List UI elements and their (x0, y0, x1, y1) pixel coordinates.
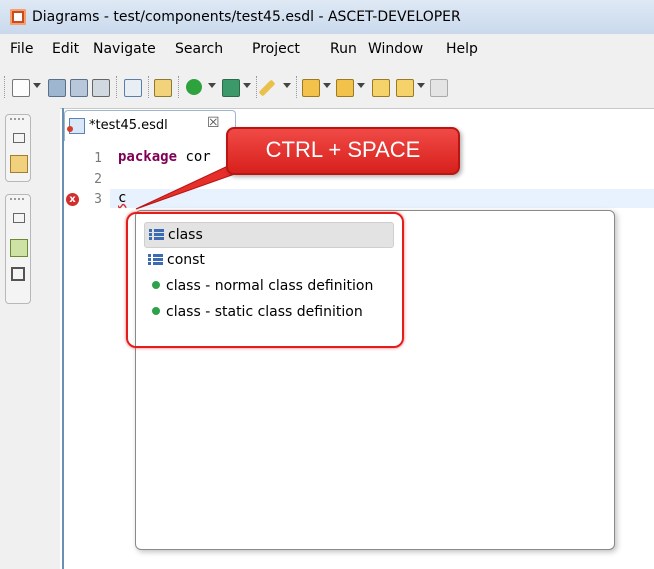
proposals-highlight-box (126, 212, 404, 348)
menu-help[interactable]: Help (446, 41, 478, 57)
restore-icon[interactable] (13, 213, 25, 223)
generate-code-icon[interactable] (124, 79, 142, 97)
error-marker-icon[interactable]: x (66, 193, 79, 206)
code-line-1[interactable]: package cor (118, 149, 211, 165)
menu-edit[interactable]: Edit (52, 41, 79, 57)
outline-icon[interactable] (10, 239, 28, 257)
menu-file[interactable]: File (10, 41, 33, 57)
close-icon[interactable]: ☒ (207, 115, 220, 131)
annotation-pen-icon[interactable] (258, 79, 276, 97)
toolbar-separator (116, 76, 118, 98)
menu-project[interactable]: Project (252, 41, 300, 57)
external-tools-dropdown[interactable] (243, 83, 251, 88)
code-line-3[interactable]: c (118, 190, 126, 206)
next-annotation-dropdown[interactable] (323, 83, 331, 88)
new-wizard-dropdown[interactable] (33, 83, 41, 88)
save-all-icon[interactable] (70, 79, 88, 97)
esdl-file-error-icon (67, 118, 85, 134)
package-name: cor (185, 149, 211, 165)
menu-navigate[interactable]: Navigate (93, 41, 156, 57)
menu-window[interactable]: Window (368, 41, 423, 57)
new-wizard-icon[interactable] (12, 79, 30, 97)
toolbar-separator (178, 76, 180, 98)
drag-handle[interactable] (10, 198, 24, 202)
toolbar-separator (296, 76, 298, 98)
line-number: 2 (94, 172, 102, 187)
editor-tab-test45[interactable]: *test45.esdl ☒ (64, 110, 236, 141)
ascet-app-icon (10, 9, 26, 25)
typed-text: c (118, 190, 127, 206)
toolbar-separator (256, 76, 258, 98)
run-last-icon[interactable] (154, 79, 172, 97)
minimized-view-stack (5, 114, 31, 182)
tab-label: *test45.esdl (89, 118, 168, 133)
drag-handle[interactable] (10, 118, 24, 122)
toolbar-separator (148, 76, 150, 98)
run-icon[interactable] (186, 79, 202, 95)
forward-icon[interactable] (430, 79, 448, 97)
package-explorer-icon[interactable] (10, 155, 28, 173)
next-annotation-icon[interactable] (302, 79, 320, 97)
menu-bar: File Edit Navigate Search Project Run Wi… (0, 34, 654, 64)
annotation-dropdown[interactable] (283, 83, 291, 88)
ctrl-space-callout: CTRL + SPACE (226, 127, 460, 175)
last-edit-icon[interactable] (372, 79, 390, 97)
main-toolbar (0, 64, 654, 109)
line-number: 3 (94, 192, 102, 207)
menu-run[interactable]: Run (330, 41, 357, 57)
external-tools-icon[interactable] (222, 79, 240, 97)
components-icon[interactable] (11, 267, 25, 281)
keyword-package: package (118, 149, 178, 165)
previous-annotation-icon[interactable] (336, 79, 354, 97)
window-title: Diagrams - test/components/test45.esdl -… (32, 9, 461, 25)
line-number: 1 (94, 151, 102, 166)
toolbar-separator (4, 76, 6, 98)
menu-search[interactable]: Search (175, 41, 223, 57)
back-dropdown[interactable] (417, 83, 425, 88)
print-icon[interactable] (92, 79, 110, 97)
restore-icon[interactable] (13, 133, 25, 143)
run-dropdown[interactable] (208, 83, 216, 88)
minimized-view-stack-2 (5, 194, 31, 304)
title-bar: Diagrams - test/components/test45.esdl -… (0, 0, 654, 34)
back-icon[interactable] (396, 79, 414, 97)
previous-annotation-dropdown[interactable] (357, 83, 365, 88)
save-icon[interactable] (48, 79, 66, 97)
